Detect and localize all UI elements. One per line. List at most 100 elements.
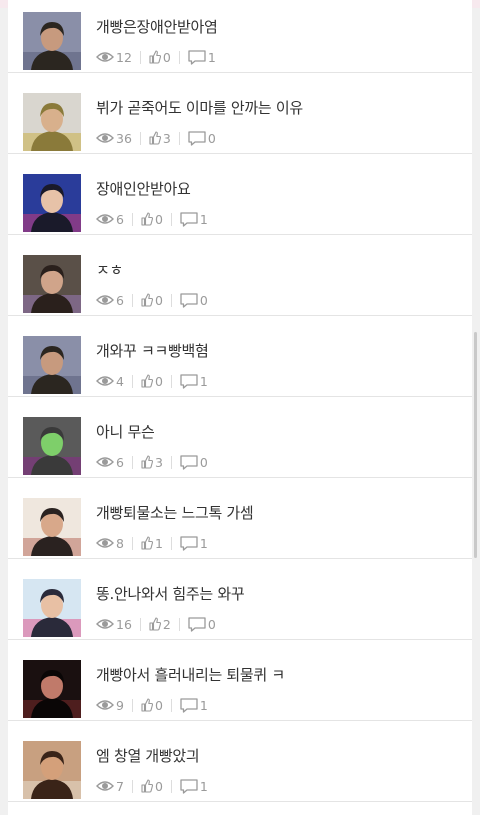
stat-divider: [178, 50, 180, 64]
post-stats: 6 0 0: [96, 292, 208, 308]
stat-divider: [131, 212, 133, 226]
scrollbar[interactable]: [474, 332, 477, 558]
post-item[interactable]: 뷔가 곧죽어도 이마를 안까는 이유 36 3 0: [8, 73, 472, 154]
post-title[interactable]: 개와꾸 ㅋㅋ빵백혐: [96, 340, 209, 361]
stat-divider: [170, 455, 172, 469]
comment-count-value: 1: [207, 49, 216, 65]
view-count-value: 9: [116, 697, 124, 713]
post-item[interactable]: 아니 무슨 6 3 0: [8, 397, 472, 478]
comment-count-value: 0: [207, 130, 216, 146]
like-count-value: 1: [154, 535, 163, 551]
post-title[interactable]: 개빵퇴물소는 느그톡 가셈: [96, 502, 254, 523]
thumbs-up-icon: [141, 779, 153, 793]
comment-icon: [188, 49, 206, 65]
post-stats: 4 0 1: [96, 373, 208, 389]
like-count[interactable]: 3: [149, 131, 171, 146]
post-thumbnail[interactable]: [23, 93, 81, 151]
comment-icon: [180, 292, 198, 308]
post-item[interactable]: 똥.안나와서 힘주는 와꾸 16 2 0: [8, 559, 472, 640]
stat-divider: [131, 293, 133, 307]
comment-count-value: 1: [199, 211, 208, 227]
post-thumbnail[interactable]: [23, 12, 81, 70]
view-count: 9: [96, 698, 124, 713]
post-title[interactable]: 개빵은장애안받아염: [96, 16, 218, 37]
like-count-value: 0: [162, 49, 171, 65]
comment-icon: [188, 130, 206, 146]
post-title[interactable]: 개빵아서 흘러내리는 퇴물퀴 ㅋ: [96, 664, 285, 685]
comment-icon: [180, 373, 198, 389]
post-item[interactable]: 개와꾸 ㅋㅋ빵백혐 4 0 1: [8, 316, 472, 397]
post-thumbnail[interactable]: [23, 741, 81, 799]
post-thumbnail[interactable]: [23, 579, 81, 637]
post-thumbnail[interactable]: [23, 336, 81, 394]
post-title[interactable]: 엠 창열 개빵았긔: [96, 745, 200, 766]
post-title[interactable]: 아니 무슨: [96, 421, 155, 442]
comment-count[interactable]: 1: [188, 50, 216, 65]
view-count-value: 4: [116, 373, 124, 389]
comment-count[interactable]: 1: [180, 698, 208, 713]
view-count: 16: [96, 617, 132, 632]
stat-divider: [139, 131, 141, 145]
comment-count[interactable]: 1: [180, 212, 208, 227]
post-item[interactable]: ㅈㅎ 6 0 0: [8, 235, 472, 316]
like-count[interactable]: 1: [141, 536, 163, 551]
like-count-value: 3: [162, 130, 171, 146]
post-thumbnail[interactable]: [23, 498, 81, 556]
post-list-panel: 개빵은장애안받아염 12 0 1 뷔가 곧죽어도 이마를 안까는 이유 36 3…: [8, 0, 472, 815]
post-thumbnail[interactable]: [23, 660, 81, 718]
thumbs-up-icon: [141, 698, 153, 712]
view-count: 4: [96, 374, 124, 389]
like-count[interactable]: 0: [141, 212, 163, 227]
comment-count[interactable]: 1: [180, 374, 208, 389]
view-count: 12: [96, 50, 132, 65]
like-count-value: 0: [154, 211, 163, 227]
post-thumbnail[interactable]: [23, 174, 81, 232]
view-count-value: 8: [116, 535, 124, 551]
post-title[interactable]: 뷔가 곧죽어도 이마를 안까는 이유: [96, 97, 303, 118]
post-stats: 6 0 1: [96, 211, 208, 227]
post-item[interactable]: 개빵퇴물소는 느그톡 가셈 8 1 1: [8, 478, 472, 559]
post-item[interactable]: 장애인안받아요 6 0 1: [8, 154, 472, 235]
post-title[interactable]: 장애인안받아요: [96, 178, 191, 199]
like-count[interactable]: 0: [149, 50, 171, 65]
stat-divider: [170, 374, 172, 388]
like-count[interactable]: 2: [149, 617, 171, 632]
like-count[interactable]: 0: [141, 698, 163, 713]
like-count[interactable]: 0: [141, 374, 163, 389]
view-count: 6: [96, 293, 124, 308]
comment-count[interactable]: 1: [180, 536, 208, 551]
comment-count-value: 1: [199, 778, 208, 794]
like-count-value: 3: [154, 454, 163, 470]
comment-count[interactable]: 0: [180, 455, 208, 470]
post-item[interactable]: 개빵은장애안받아염 12 0 1: [8, 0, 472, 73]
like-count[interactable]: 0: [141, 293, 163, 308]
comment-count[interactable]: 1: [180, 779, 208, 794]
eye-icon: [96, 51, 114, 63]
post-thumbnail[interactable]: [23, 417, 81, 475]
thumbs-up-icon: [141, 455, 153, 469]
comment-count[interactable]: 0: [188, 617, 216, 632]
stat-divider: [170, 698, 172, 712]
post-stats: 12 0 1: [96, 49, 216, 65]
comment-count-value: 0: [199, 292, 208, 308]
view-count-value: 16: [116, 616, 132, 632]
eye-icon: [96, 132, 114, 144]
stat-divider: [139, 617, 141, 631]
stat-divider: [131, 698, 133, 712]
view-count-value: 6: [116, 292, 124, 308]
comment-count-value: 0: [199, 454, 208, 470]
comment-count[interactable]: 0: [188, 131, 216, 146]
eye-icon: [96, 780, 114, 792]
post-item[interactable]: 개빵아서 흘러내리는 퇴물퀴 ㅋ 9 0 1: [8, 640, 472, 721]
comment-icon: [188, 616, 206, 632]
post-title[interactable]: 똥.안나와서 힘주는 와꾸: [96, 583, 245, 604]
like-count-value: 0: [154, 697, 163, 713]
like-count[interactable]: 0: [141, 779, 163, 794]
post-thumbnail[interactable]: [23, 255, 81, 313]
post-title[interactable]: ㅈㅎ: [96, 259, 123, 280]
like-count[interactable]: 3: [141, 455, 163, 470]
comment-count-value: 0: [207, 616, 216, 632]
post-item[interactable]: 엠 창열 개빵았긔 7 0 1: [8, 721, 472, 802]
comment-count[interactable]: 0: [180, 293, 208, 308]
post-list: 개빵은장애안받아염 12 0 1 뷔가 곧죽어도 이마를 안까는 이유 36 3…: [8, 0, 472, 802]
